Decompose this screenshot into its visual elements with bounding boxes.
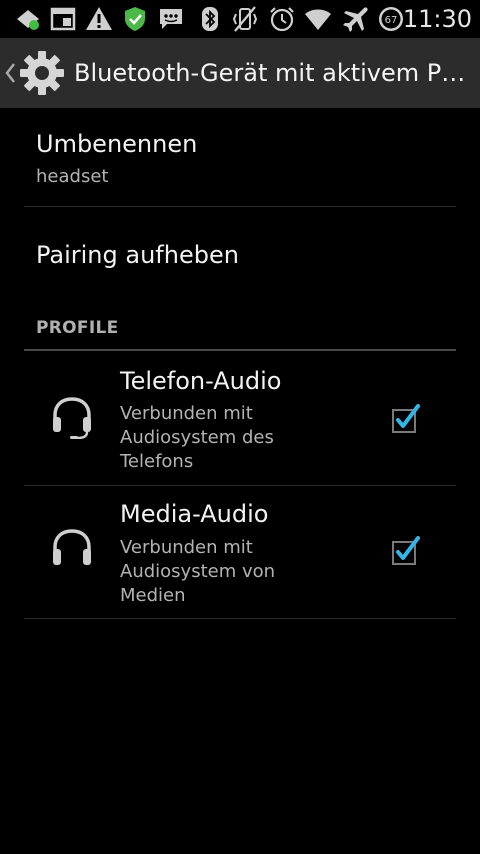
screen-title: Bluetooth-Gerät mit aktivem P…: [74, 59, 466, 87]
phone-audio-title: Telefon-Audio: [120, 367, 282, 395]
messaging-icon: [160, 9, 182, 29]
media-audio-checkbox[interactable]: [392, 534, 420, 566]
warning-icon: [86, 7, 112, 30]
svg-text:67: 67: [385, 15, 398, 26]
profile-item-phone-audio[interactable]: Telefon-Audio Verbunden mit Audiosystem …: [24, 352, 456, 485]
notification-icon: [17, 10, 39, 30]
unpair-title: Pairing aufheben: [36, 241, 239, 269]
phone-audio-summary: Verbunden mit Audiosystem des Telefons: [120, 403, 274, 472]
rename-title: Umbenennen: [36, 130, 198, 158]
shield-icon: [125, 7, 145, 31]
rename-summary: headset: [36, 166, 109, 187]
airplane-icon: [343, 7, 368, 32]
vibrate-icon: [232, 6, 258, 32]
bluetooth-icon: [202, 7, 218, 31]
alarm-icon: [270, 7, 294, 32]
media-audio-title: Media-Audio: [120, 500, 269, 528]
screenshot-icon: [50, 7, 76, 31]
category-divider: [24, 349, 456, 351]
phone-audio-checkbox[interactable]: [392, 402, 420, 434]
headset-icon: [53, 397, 91, 439]
settings-gear-icon[interactable]: [19, 50, 65, 96]
clock: 11:30: [402, 5, 472, 33]
rename-row[interactable]: Umbenennen headset: [24, 108, 456, 206]
status-bar: 67 11:30: [0, 0, 480, 38]
profile-item-media-audio[interactable]: Media-Audio Verbunden mit Audiosystem vo…: [24, 486, 456, 618]
media-audio-summary: Verbunden mit Audiosystem von Medien: [120, 537, 276, 606]
headphones-icon: [53, 529, 91, 565]
wifi-icon: [305, 9, 331, 30]
back-chevron-icon[interactable]: [4, 62, 16, 84]
profile-category-header: PROFILE: [36, 318, 119, 338]
divider: [24, 618, 456, 619]
unpair-row[interactable]: Pairing aufheben: [24, 207, 456, 303]
battery-icon: 67: [379, 7, 403, 31]
action-bar: Bluetooth-Gerät mit aktivem P…: [0, 38, 480, 108]
